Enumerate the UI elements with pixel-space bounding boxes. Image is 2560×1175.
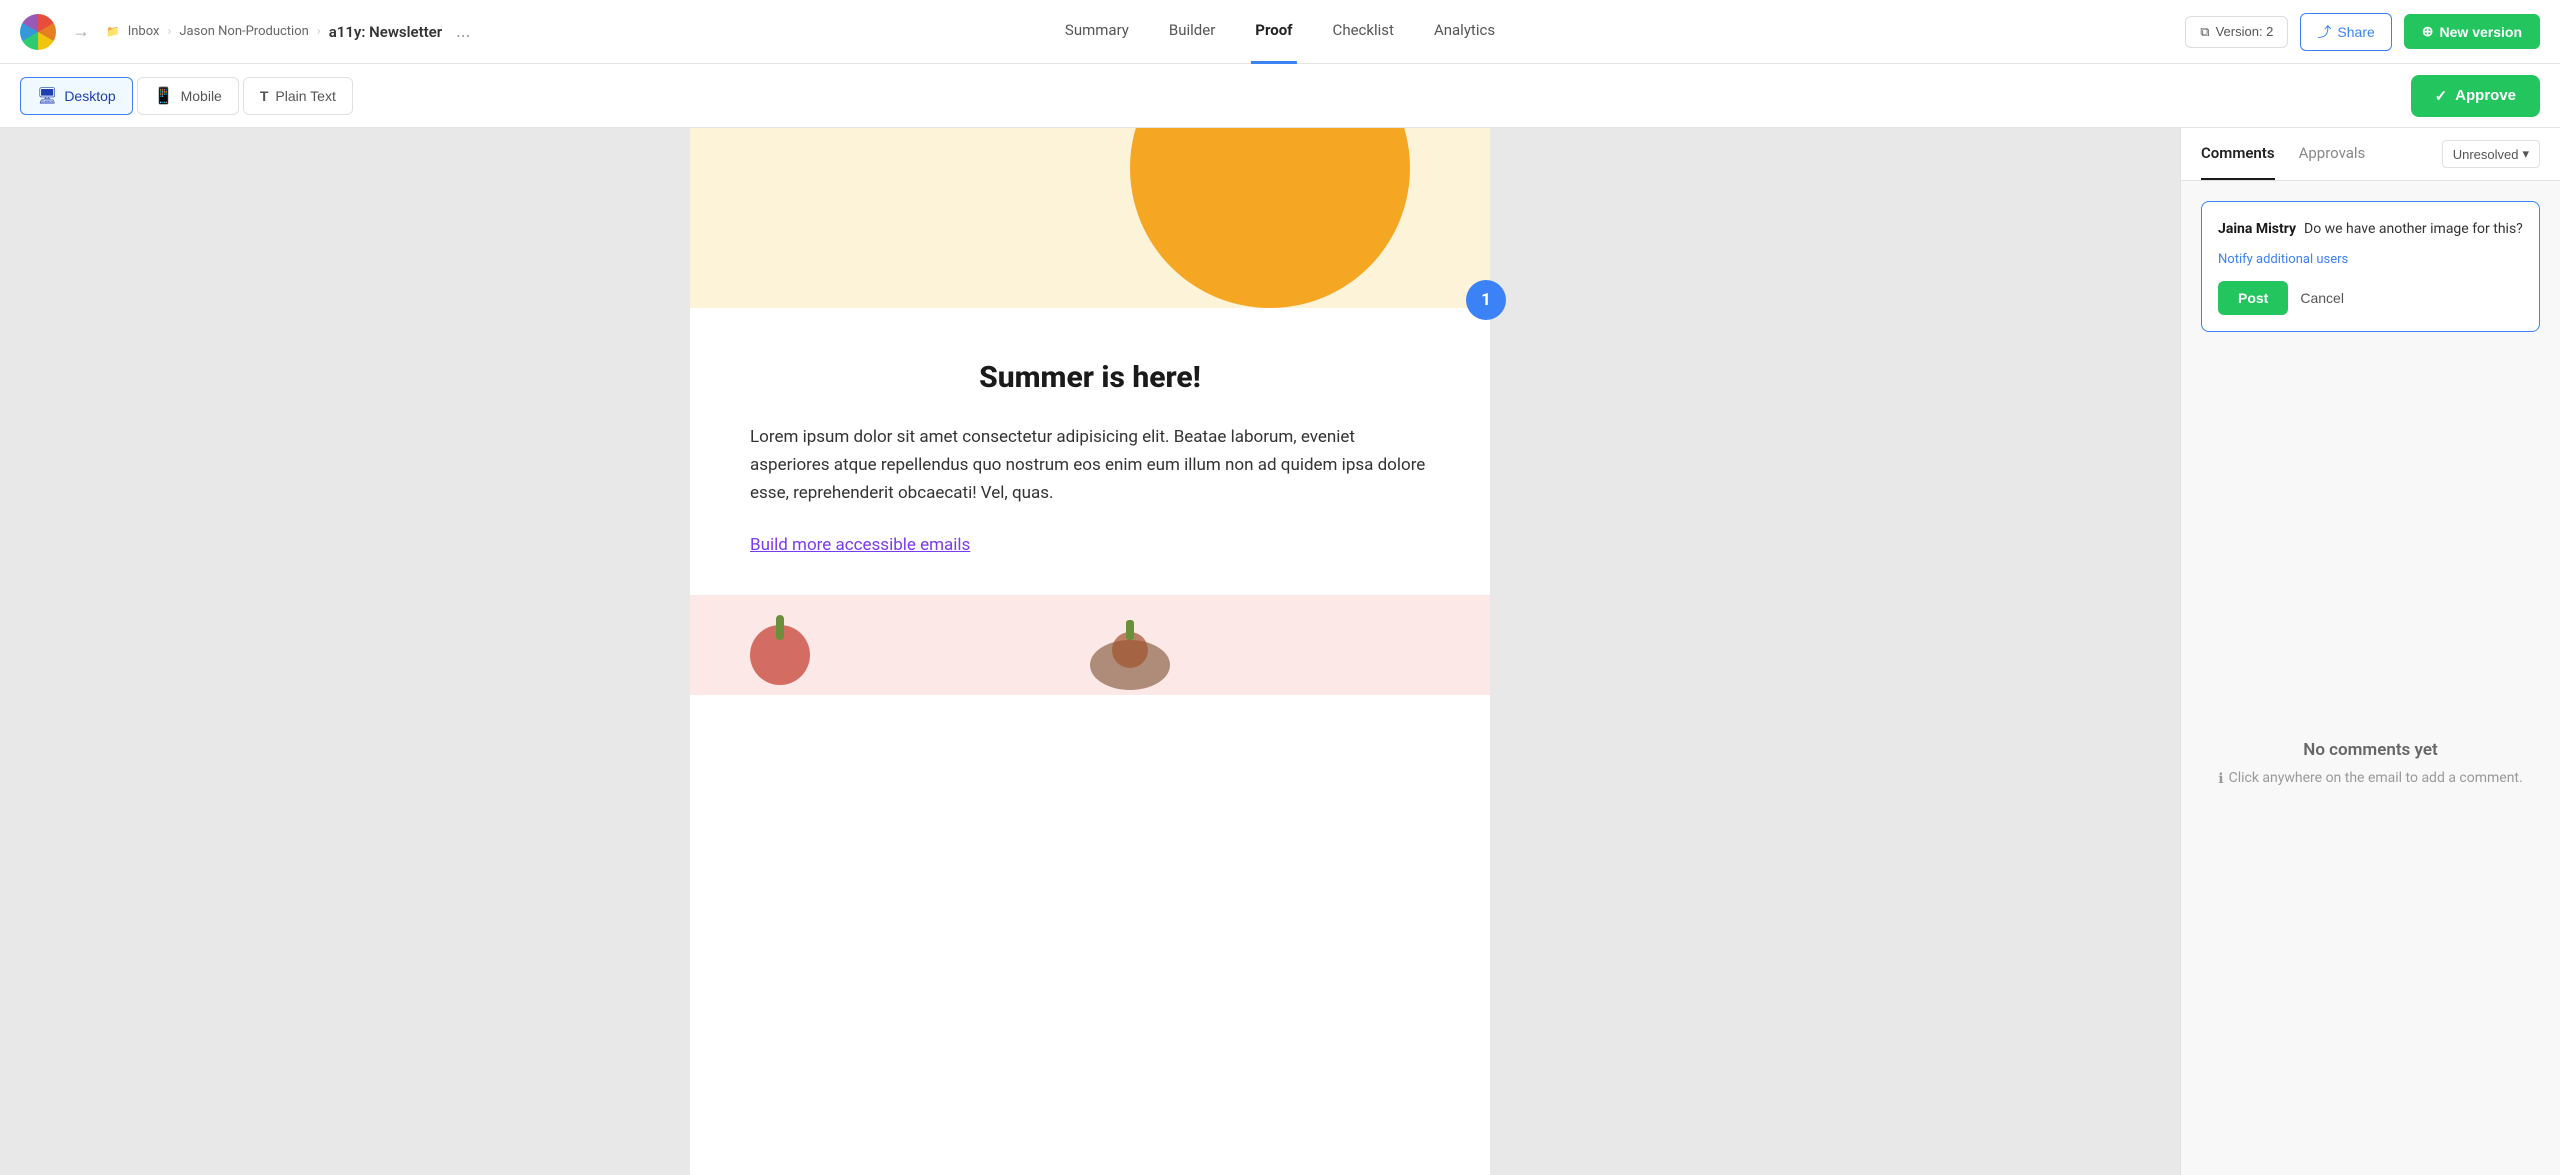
mobile-icon: 📱 [154, 86, 174, 106]
breadcrumb-project[interactable]: Jason Non-Production [179, 24, 308, 39]
nav-right-actions: ⧉ Version: 2 ⤴ Share ⊕ New version [2185, 13, 2540, 51]
version-button[interactable]: ⧉ Version: 2 [2185, 16, 2288, 48]
top-nav: → 📁 Inbox › Jason Non-Production › a11y:… [0, 0, 2560, 64]
cancel-comment-button[interactable]: Cancel [2300, 290, 2344, 306]
breadcrumb: 📁 Inbox › Jason Non-Production › a11y: N… [106, 21, 470, 42]
no-comments-area: No comments yet ℹ Click anywhere on the … [2181, 352, 2560, 1175]
view-tab-plain-text[interactable]: T Plain Text [243, 77, 353, 115]
copy-icon: ⧉ [2200, 24, 2209, 40]
breadcrumb-current: a11y: Newsletter [329, 23, 442, 41]
nav-tabs: Summary Builder Proof Checklist Analytic… [1061, 0, 1499, 64]
panel-tabs: Comments Approvals Unresolved ▾ [2181, 128, 2560, 181]
view-tab-desktop[interactable]: 🖥 Desktop [20, 77, 133, 115]
comment-content: Jaina Mistry Do we have another image fo… [2218, 218, 2523, 240]
email-footer-section[interactable] [690, 595, 1490, 695]
more-options-button[interactable]: ... [456, 21, 470, 42]
tab-proof[interactable]: Proof [1251, 0, 1296, 64]
email-canvas[interactable]: 1 Summer is here! Lorem ipsum dolor sit … [0, 128, 2180, 1175]
info-icon: ℹ [2218, 771, 2223, 787]
email-heading: Summer is here! [750, 360, 1430, 395]
post-comment-button[interactable]: Post [2218, 281, 2288, 315]
email-body-text: Lorem ipsum dolor sit amet consectetur a… [750, 423, 1430, 507]
no-comments-title: No comments yet [2303, 740, 2437, 760]
checkmark-icon: ✓ [2435, 87, 2448, 105]
breadcrumb-sep2: › [317, 24, 321, 39]
email-link[interactable]: Build more accessible emails [750, 535, 970, 555]
approve-button[interactable]: ✓ Approve [2411, 75, 2540, 117]
email-body-section: Summer is here! Lorem ipsum dolor sit am… [690, 312, 1490, 595]
chevron-down-icon: ▾ [2522, 146, 2529, 162]
no-comments-subtitle: ℹ Click anywhere on the email to add a c… [2218, 770, 2522, 787]
version-label: Version: 2 [2216, 24, 2274, 39]
tab-summary[interactable]: Summary [1061, 0, 1133, 64]
view-tab-group: 🖥 Desktop 📱 Mobile T Plain Text [20, 77, 353, 115]
comment-action-buttons: Post Cancel [2218, 281, 2523, 315]
tab-checklist[interactable]: Checklist [1329, 0, 1398, 64]
logo-icon [20, 14, 56, 50]
plus-icon: ⊕ [2422, 23, 2434, 40]
desktop-icon: 🖥 [37, 86, 57, 106]
breadcrumb-inbox[interactable]: Inbox [128, 24, 160, 39]
footer-decoration-left [740, 595, 840, 695]
hero-circle-decoration [1130, 128, 1410, 308]
panel-tab-comments[interactable]: Comments [2201, 128, 2275, 180]
tab-builder[interactable]: Builder [1165, 0, 1219, 64]
comment-badge-1[interactable]: 1 [1466, 280, 1506, 320]
breadcrumb-sep: › [167, 24, 171, 39]
share-icon: ⤴ [2317, 22, 2331, 42]
tab-analytics[interactable]: Analytics [1430, 0, 1499, 64]
view-tab-mobile[interactable]: 📱 Mobile [137, 77, 239, 115]
toolbar: 🖥 Desktop 📱 Mobile T Plain Text ✓ Approv… [0, 64, 2560, 128]
footer-decoration-right [1070, 595, 1190, 695]
inbox-icon: 📁 [106, 25, 120, 38]
email-hero-section[interactable] [690, 128, 1490, 308]
nav-arrow-icon: → [72, 21, 90, 42]
panel-tab-group: Comments Approvals [2201, 128, 2365, 180]
right-panel: Comments Approvals Unresolved ▾ Jaina Mi… [2180, 128, 2560, 1175]
new-version-button[interactable]: ⊕ New version [2404, 14, 2540, 49]
comment-compose-box: Jaina Mistry Do we have another image fo… [2201, 201, 2540, 332]
panel-tab-approvals[interactable]: Approvals [2299, 128, 2366, 180]
notify-users-link[interactable]: Notify additional users [2218, 252, 2523, 267]
share-button[interactable]: ⤴ Share [2300, 13, 2391, 51]
main-layout: 1 Summer is here! Lorem ipsum dolor sit … [0, 128, 2560, 1175]
comment-author: Jaina Mistry [2218, 221, 2296, 237]
unresolved-filter-button[interactable]: Unresolved ▾ [2442, 140, 2540, 168]
text-icon: T [260, 88, 269, 104]
email-content: 1 Summer is here! Lorem ipsum dolor sit … [690, 128, 1490, 1175]
comment-body-text: Do we have another image for this? [2304, 221, 2523, 237]
email-hero-wrapper: 1 [690, 128, 1490, 308]
